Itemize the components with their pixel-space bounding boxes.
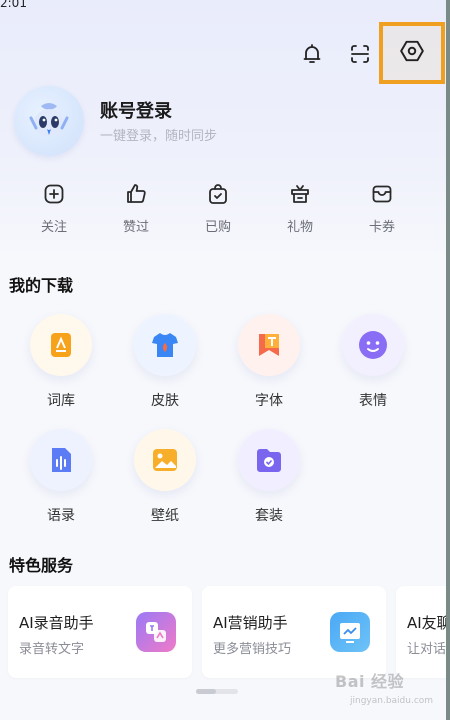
download-label: 皮肤 <box>151 393 179 409</box>
service-subtitle: 让对话 <box>407 642 446 657</box>
service-title: AI友聊 <box>407 614 446 632</box>
download-label: 词库 <box>47 393 75 409</box>
download-label: 壁纸 <box>151 508 179 524</box>
mascot-icon <box>29 103 69 137</box>
lexicon-icon <box>30 314 92 376</box>
login-title[interactable]: 账号登录 <box>100 97 172 123</box>
skin-icon <box>134 314 196 376</box>
quick-action-label: 礼物 <box>286 220 313 235</box>
quick-action-label: 已购 <box>204 220 231 235</box>
scan-icon[interactable] <box>343 37 377 71</box>
download-item-quotes[interactable]: 语录 <box>11 429 111 525</box>
download-item-wallpaper[interactable]: 壁纸 <box>115 429 215 525</box>
plus-square-icon <box>40 180 68 208</box>
quick-action-purchased[interactable]: 已购 <box>178 180 258 235</box>
translate-icon <box>136 612 176 652</box>
watermark-sub: jingyan.baidu.com <box>350 696 434 706</box>
emoji-icon <box>342 314 404 376</box>
avatar[interactable] <box>14 86 84 156</box>
download-item-font[interactable]: 字体 <box>219 314 319 410</box>
mine-screen: 2:01 账号登录 一键登录，随时同步 关注 赞过 已购 礼物 卡券 我的下载 … <box>0 0 446 720</box>
service-title: AI录音助手 <box>19 614 94 632</box>
wallpaper-icon <box>134 429 196 491</box>
status-time: 2:01 <box>0 0 27 10</box>
services-title: 特色服务 <box>9 556 74 575</box>
shopping-bag-icon <box>204 180 232 208</box>
page-indicator <box>196 689 238 694</box>
bell-icon[interactable] <box>295 37 329 71</box>
download-label: 表情 <box>359 393 387 409</box>
window-edge <box>446 0 450 720</box>
quotes-icon <box>30 429 92 491</box>
login-subtitle: 一键登录，随时同步 <box>100 129 218 144</box>
quick-action-gift[interactable]: 礼物 <box>260 180 340 235</box>
downloads-title: 我的下载 <box>9 276 74 295</box>
settings-icon <box>399 38 425 68</box>
service-subtitle: 更多营销技巧 <box>213 642 292 657</box>
quick-action-coupon[interactable]: 卡券 <box>342 180 422 235</box>
download-item-bundle[interactable]: 套装 <box>219 429 319 525</box>
download-item-emoji[interactable]: 表情 <box>323 314 423 410</box>
thumbs-up-icon <box>122 180 150 208</box>
quick-action-label: 关注 <box>40 220 67 235</box>
service-card-chat[interactable]: AI友聊 让对话 <box>396 586 446 678</box>
download-label: 字体 <box>255 393 283 409</box>
service-subtitle: 录音转文字 <box>19 642 85 657</box>
quick-action-liked[interactable]: 赞过 <box>96 180 176 235</box>
download-item-lexicon[interactable]: 词库 <box>11 314 111 410</box>
service-card-recording[interactable]: AI录音助手 录音转文字 <box>8 586 192 678</box>
services-row: AI录音助手 录音转文字 AI营销助手 更多营销技巧 AI友聊 让对话 <box>8 586 446 678</box>
quick-action-label: 赞过 <box>122 220 149 235</box>
settings-button[interactable] <box>379 22 445 84</box>
download-item-skin[interactable]: 皮肤 <box>115 314 215 410</box>
bundle-icon <box>238 429 300 491</box>
download-label: 语录 <box>47 508 75 524</box>
download-label: 套装 <box>255 508 283 524</box>
service-card-marketing[interactable]: AI营销助手 更多营销技巧 <box>202 586 386 678</box>
quick-action-follow[interactable]: 关注 <box>14 180 94 235</box>
quick-actions-row: 关注 赞过 已购 礼物 卡券 <box>14 180 422 235</box>
marketing-icon <box>330 612 370 652</box>
service-title: AI营销助手 <box>213 614 288 632</box>
coupon-icon <box>368 180 396 208</box>
gift-icon <box>286 180 314 208</box>
font-icon <box>238 314 300 376</box>
quick-action-label: 卡券 <box>368 220 395 235</box>
watermark: Bai 经验 <box>335 672 405 691</box>
